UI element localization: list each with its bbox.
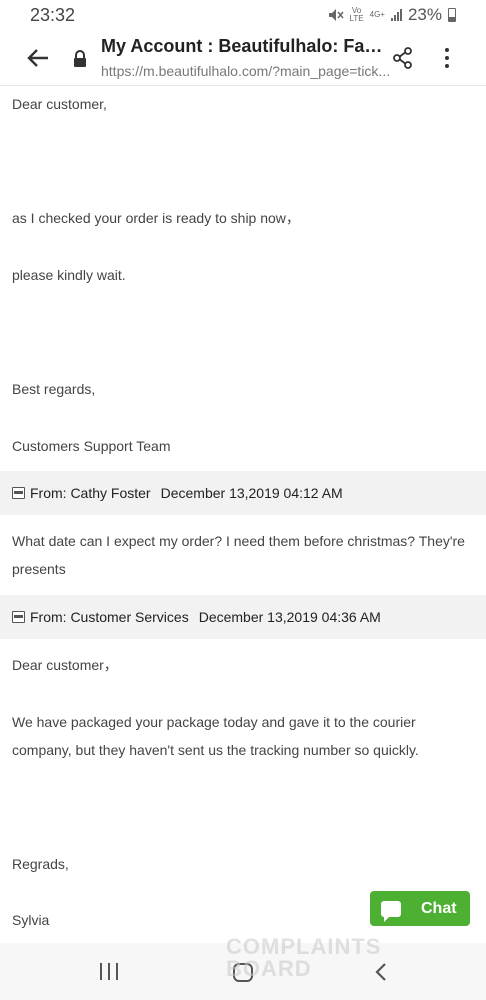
volte-indicator: Vo LTE (350, 7, 364, 23)
mail-icon (12, 487, 25, 499)
status-bar: 23:32 Vo LTE 4G+ 23% (0, 0, 486, 30)
network-type: 4G+ (369, 10, 385, 19)
mute-icon (328, 9, 344, 21)
reply2-greeting: Dear customer， (12, 657, 118, 673)
message-header[interactable]: From: Customer Services December 13,2019… (0, 595, 486, 639)
message-header[interactable]: From: Cathy Foster December 13,2019 04:1… (0, 471, 486, 515)
mail-icon (12, 611, 25, 623)
reply1-signature: Customers Support Team (12, 438, 171, 454)
chat-button[interactable]: Chat (370, 891, 470, 926)
browser-toolbar: My Account : Beautifulhalo: Fashi... htt… (0, 30, 486, 86)
page-title[interactable]: My Account : Beautifulhalo: Fashi... (101, 36, 391, 57)
chat-bubble-icon (381, 900, 401, 922)
status-time: 23:32 (30, 5, 76, 25)
signal-icon (390, 9, 402, 21)
reply1-line2: please kindly wait. (12, 267, 126, 283)
share-icon[interactable] (392, 46, 414, 70)
question-line1: What date can I expect my order? I need … (12, 533, 465, 549)
reply2-closing: Regrads, (12, 856, 69, 872)
message-from: From: Customer Services (30, 609, 189, 625)
page-url[interactable]: https://m.beautifulhalo.com/?main_page=t… (101, 63, 391, 79)
back-button[interactable] (24, 44, 52, 72)
reply2-line2: company, but they haven't sent us the tr… (12, 742, 419, 758)
more-vert-icon (445, 48, 449, 52)
reply1-closing: Best regards, (12, 381, 96, 397)
reply1-line1: as I checked your order is ready to ship… (12, 210, 300, 226)
watermark-line2: BOARD (226, 956, 312, 981)
message-date: December 13,2019 04:12 AM (160, 485, 343, 501)
recent-apps-icon[interactable] (100, 963, 118, 981)
battery-percent: 23% (407, 5, 442, 24)
reply2-signature: Sylvia (12, 912, 50, 928)
status-icons: Vo LTE 4G+ 23% (328, 5, 456, 25)
back-arrow-icon (27, 49, 48, 67)
battery-icon (448, 8, 456, 22)
chat-label: Chat (421, 899, 457, 917)
reply2-line1: We have packaged your package today and … (12, 714, 416, 730)
volte-bottom: LTE (349, 14, 364, 23)
lock-icon[interactable] (72, 50, 88, 68)
reply1-greeting: Dear customer, (12, 96, 107, 112)
more-menu-button[interactable] (440, 46, 454, 70)
message-date: December 13,2019 04:36 AM (198, 609, 381, 625)
watermark-logo: COMPLAINTS BOARD (226, 936, 381, 980)
message-from: From: Cathy Foster (30, 485, 151, 501)
question-line2: presents (12, 561, 66, 577)
